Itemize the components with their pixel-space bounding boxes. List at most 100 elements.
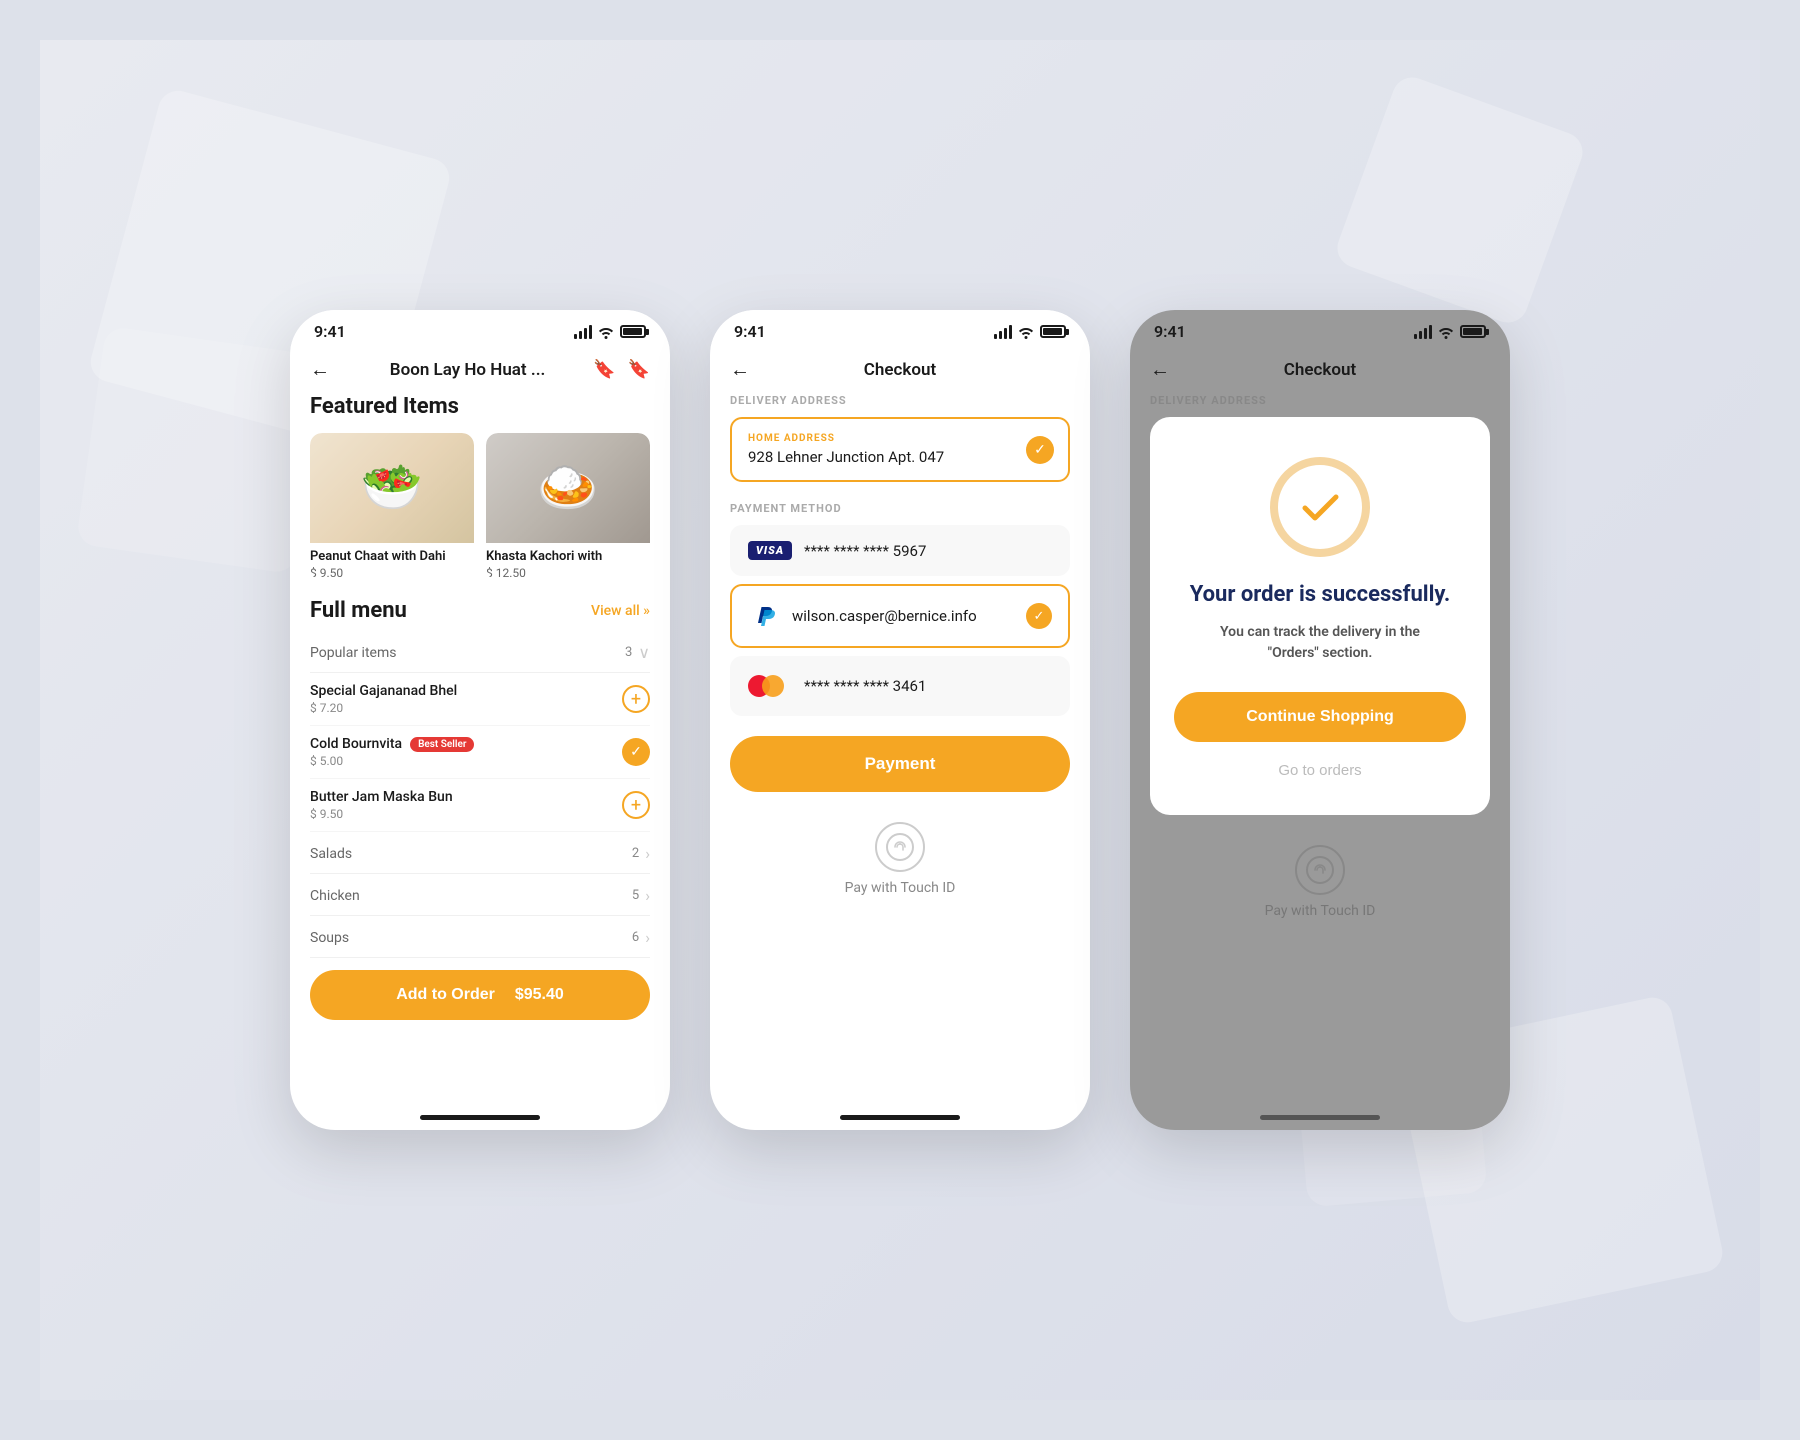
back-button-3[interactable]: ← <box>1150 357 1182 382</box>
check-button-2[interactable]: ✓ <box>622 738 650 766</box>
soups-chevron: › <box>645 928 650 947</box>
add-button-1[interactable]: + <box>622 685 650 713</box>
menu-item-2: Cold Bournvita Best Seller $ 5.00 ✓ <box>310 726 650 779</box>
touch-id-icon-3[interactable] <box>1295 845 1345 895</box>
status-icons-2 <box>994 325 1066 339</box>
wifi-icon-1 <box>597 325 615 339</box>
add-button-3[interactable]: + <box>622 791 650 819</box>
view-all-link[interactable]: View all » <box>591 603 650 619</box>
bookmark-icon[interactable]: 🔖 <box>628 359 650 380</box>
phone1-content: Featured Items 🥗 Peanut Chaat with Dahi … <box>290 394 670 1105</box>
paypal-logo <box>748 600 780 632</box>
food-image-1: 🥗 <box>310 433 474 543</box>
back-button-1[interactable]: ← <box>310 357 342 382</box>
home-indicator-1 <box>420 1115 540 1120</box>
mastercard-logo <box>748 672 792 700</box>
status-icons-3 <box>1414 325 1486 339</box>
status-bar-3: 9:41 <box>1130 310 1510 349</box>
featured-title: Featured Items <box>310 394 650 419</box>
status-bar-2: 9:41 <box>710 310 1090 349</box>
mastercard-payment-option[interactable]: **** **** **** 3461 <box>730 656 1070 716</box>
salads-label: Salads <box>310 846 352 862</box>
background: 9:41 ← Boon Lay Ho Huat ... <box>40 40 1760 1400</box>
wifi-icon-2 <box>1017 325 1035 339</box>
battery-icon-3 <box>1460 325 1486 338</box>
success-subtitle: You can track the delivery in the "Order… <box>1220 622 1420 664</box>
continue-shopping-button[interactable]: Continue Shopping <box>1174 692 1466 742</box>
food-card-price-1: $ 9.50 <box>310 566 474 580</box>
add-to-order-price: $95.40 <box>515 986 564 1004</box>
chicken-header[interactable]: Chicken 5 › <box>310 876 650 916</box>
salads-header[interactable]: Salads 2 › <box>310 834 650 874</box>
menu-item-price-2: $ 5.00 <box>310 754 474 768</box>
battery-icon-1 <box>620 325 646 338</box>
phone2-header: ← Checkout <box>710 349 1090 394</box>
phone1-header: ← Boon Lay Ho Huat ... 🔖 🔖 <box>290 349 670 394</box>
soups-header[interactable]: Soups 6 › <box>310 918 650 958</box>
popular-count: 3 ∨ <box>625 643 650 662</box>
checkout-title-3: Checkout <box>1182 360 1458 380</box>
add-to-order-label: Add to Order <box>396 986 495 1004</box>
touch-id-label-3: Pay with Touch ID <box>1265 903 1376 919</box>
menu-item-1: Special Gajananad Bhel $ 7.20 + <box>310 673 650 726</box>
featured-images: 🥗 Peanut Chaat with Dahi $ 9.50 🍛 Khasta… <box>310 433 650 580</box>
phone3-content: DELIVERY ADDRESS Your order is successfu… <box>1130 394 1510 1105</box>
food-card-2: 🍛 Khasta Kachori with $ 12.50 <box>486 433 650 580</box>
popular-section: Popular items 3 ∨ Special Gajananad Bhel… <box>310 633 650 832</box>
add-to-order-button[interactable]: Add to Order $95.40 <box>310 970 650 1020</box>
visa-logo: VISA <box>748 541 792 560</box>
success-checkmark <box>1270 457 1370 557</box>
touch-id-section-3: Pay with Touch ID <box>1150 835 1490 929</box>
full-menu-header: Full menu View all » <box>310 598 650 623</box>
menu-item-name-1: Special Gajananad Bhel <box>310 683 457 699</box>
paypal-payment-option[interactable]: wilson.casper@bernice.info ✓ <box>730 584 1070 648</box>
address-text: 928 Lehner Junction Apt. 047 <box>748 448 1052 466</box>
address-card: HOME ADDRESS 928 Lehner Junction Apt. 04… <box>730 417 1070 482</box>
success-title: Your order is successfully. <box>1190 581 1451 610</box>
status-time-2: 9:41 <box>734 322 766 341</box>
best-seller-badge: Best Seller <box>410 737 474 752</box>
mastercard-number: **** **** **** 3461 <box>804 677 1052 695</box>
touch-id-label-2: Pay with Touch ID <box>845 880 956 896</box>
popular-header[interactable]: Popular items 3 ∨ <box>310 633 650 673</box>
share-icon[interactable]: 🔖 <box>593 359 615 380</box>
back-button-2[interactable]: ← <box>730 357 762 382</box>
delivery-address-label-3: DELIVERY ADDRESS <box>1150 394 1490 407</box>
menu-item-3: Butter Jam Maska Bun $ 9.50 + <box>310 779 650 832</box>
paypal-check-icon: ✓ <box>1026 603 1052 629</box>
menu-item-name-3: Butter Jam Maska Bun <box>310 789 453 805</box>
wifi-icon-3 <box>1437 325 1455 339</box>
payment-button[interactable]: Payment <box>730 736 1070 792</box>
home-address-label: HOME ADDRESS <box>748 433 1052 444</box>
checkout-title-2: Checkout <box>762 360 1038 380</box>
payment-method-label: PAYMENT METHOD <box>730 502 1070 515</box>
popular-chevron: ∨ <box>638 643 650 662</box>
menu-item-name-2: Cold Bournvita Best Seller <box>310 736 474 752</box>
phone-checkout: 9:41 ← Checkout <box>710 310 1090 1130</box>
phone2-content: DELIVERY ADDRESS HOME ADDRESS 928 Lehner… <box>710 394 1090 1105</box>
status-time-3: 9:41 <box>1154 322 1186 341</box>
food-card-price-2: $ 12.50 <box>486 566 650 580</box>
menu-item-price-1: $ 7.20 <box>310 701 457 715</box>
food-card-name-1: Peanut Chaat with Dahi <box>310 549 474 564</box>
home-indicator-3 <box>1260 1115 1380 1120</box>
success-card: Your order is successfully. You can trac… <box>1150 417 1490 815</box>
visa-payment-option[interactable]: VISA **** **** **** 5967 <box>730 525 1070 576</box>
delivery-address-label-2: DELIVERY ADDRESS <box>730 394 1070 407</box>
home-indicator-2 <box>840 1115 960 1120</box>
food-card-name-2: Khasta Kachori with <box>486 549 650 564</box>
chicken-chevron: › <box>645 886 650 905</box>
visa-card-number: **** **** **** 5967 <box>804 542 1052 560</box>
touch-id-icon-2[interactable] <box>875 822 925 872</box>
battery-icon-2 <box>1040 325 1066 338</box>
popular-label: Popular items <box>310 645 396 661</box>
bg-decoration-2 <box>76 326 324 574</box>
status-icons-1 <box>574 325 646 339</box>
soups-section: Soups 6 › <box>310 918 650 958</box>
restaurant-title: Boon Lay Ho Huat ... <box>342 360 593 380</box>
status-bar-1: 9:41 <box>290 310 670 349</box>
signal-icon-1 <box>574 325 592 339</box>
full-menu-title: Full menu <box>310 598 407 623</box>
status-time-1: 9:41 <box>314 322 346 341</box>
go-to-orders-button[interactable]: Go to orders <box>1278 756 1361 785</box>
